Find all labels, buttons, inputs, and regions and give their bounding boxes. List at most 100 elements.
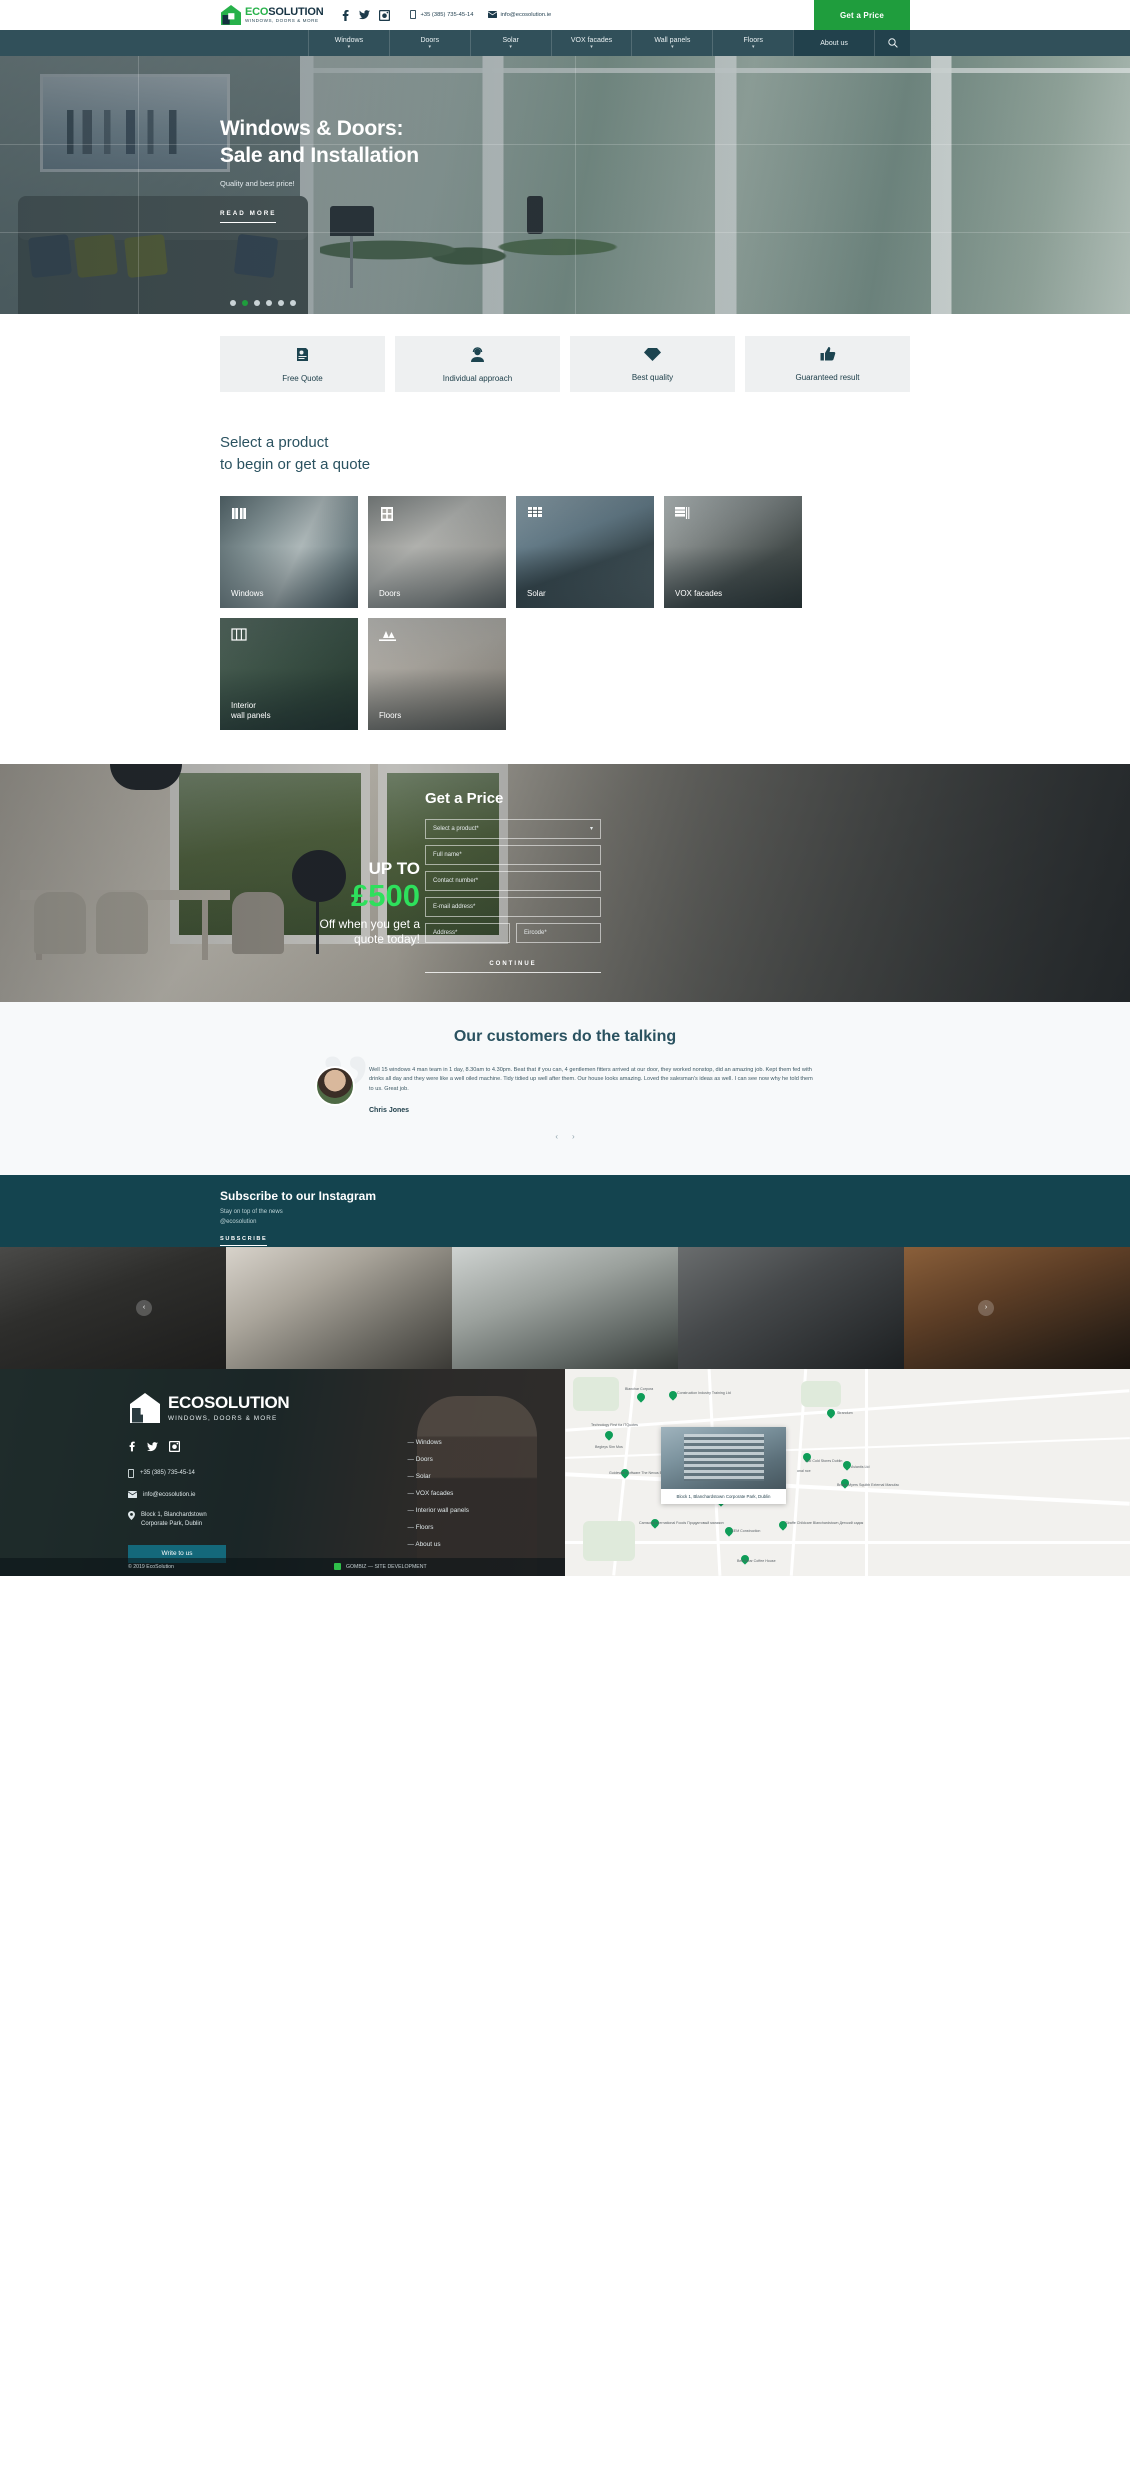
logo-solution-text: SOLUTION: [268, 5, 324, 18]
nav-item-windows[interactable]: Windows ▾: [308, 30, 389, 56]
email-address-input[interactable]: E-mail address*: [425, 896, 601, 917]
testimonial-prev-button[interactable]: ‹: [555, 1132, 558, 1141]
map-park-area: [573, 1376, 619, 1411]
floor-icon: [379, 628, 396, 647]
footer-address[interactable]: Block 1, Blanchardstown Corporate Park, …: [128, 1510, 565, 1529]
email-contact[interactable]: info@ecosolution.ie: [487, 10, 552, 20]
map-pin[interactable]: [841, 1459, 853, 1472]
footer-logo[interactable]: ECOSOLUTION WINDOWS, DOORS & MORE: [128, 1391, 565, 1425]
twitter-icon[interactable]: [147, 1439, 158, 1457]
footer-menu-item-doors[interactable]: — Doors: [408, 1456, 469, 1463]
footer-map[interactable]: Blanchar Corpora Construction Industry T…: [565, 1368, 1130, 1576]
chevron-down-icon: ▾: [590, 44, 593, 50]
headset-support-icon: [469, 346, 486, 368]
phone-number: +35 (385) 735-45-14: [420, 12, 474, 18]
contact-number-input[interactable]: Contact number*: [425, 870, 601, 891]
slider-dot-active[interactable]: [242, 300, 248, 306]
slider-dot[interactable]: [254, 300, 260, 306]
mail-icon: [127, 1490, 138, 1502]
eircode-input[interactable]: Eircode*: [516, 922, 601, 943]
hero-subtitle: Quality and best price!: [220, 178, 295, 188]
gallery-next-button[interactable]: ›: [978, 1299, 994, 1316]
main-navigation: Windows ▾ Doors ▾ Solar ▾ VOX facades ▾ …: [0, 30, 1130, 56]
slider-dot[interactable]: [278, 300, 284, 306]
footer-email[interactable]: info@ecosolution.ie: [127, 1490, 565, 1502]
hero-slider-dots: [220, 300, 910, 306]
footer-menu-item-interior-wall-panels[interactable]: — Interior wall panels: [408, 1507, 469, 1514]
map-pin[interactable]: [635, 1391, 647, 1404]
footer-menu-item-windows[interactable]: — Windows: [408, 1439, 469, 1446]
map-label: Construction Industry Training Ltd: [677, 1390, 731, 1395]
map-pin[interactable]: [603, 1429, 615, 1442]
testimonial-text: Well 15 windows 4 man team in 1 day, 8.3…: [369, 1066, 813, 1093]
footer-menu-item-solar[interactable]: — Solar: [408, 1473, 469, 1480]
instagram-icon[interactable]: [168, 1439, 181, 1457]
feature-card-free-quote[interactable]: Free Quote: [220, 336, 385, 392]
nav-item-solar[interactable]: Solar ▾: [469, 30, 551, 56]
product-card-vox-facades[interactable]: VOX facades: [664, 495, 802, 608]
product-card-floors[interactable]: Floors: [368, 617, 506, 730]
map-location-card[interactable]: Block 1, Blanchardstown Corporate Park, …: [661, 1426, 786, 1504]
nav-item-doors[interactable]: Doors ▾: [388, 30, 470, 56]
product-card-doors[interactable]: Doors: [368, 495, 506, 608]
document-quote-icon: [294, 346, 311, 368]
product-card-solar[interactable]: Solar: [516, 495, 654, 608]
nav-label: Floors: [743, 37, 763, 44]
gallery-prev-button[interactable]: ‹: [136, 1299, 152, 1316]
footer-phone[interactable]: +35 (385) 735-45-14: [127, 1468, 565, 1482]
full-name-input[interactable]: Full name*: [425, 844, 601, 865]
facebook-icon[interactable]: [128, 1439, 136, 1457]
nav-search-button[interactable]: [874, 30, 911, 56]
nav-item-wall-panels[interactable]: Wall panels ▾: [631, 30, 712, 56]
field-placeholder: Select a product*: [433, 825, 479, 832]
site-logo[interactable]: ECOSOLUTION WINDOWS, DOORS & MORE: [220, 4, 324, 26]
map-label: Camsong International Foods Продуктовый …: [639, 1520, 724, 1525]
footer-menu-item-vox-facades[interactable]: — VOX facades: [408, 1490, 469, 1497]
feature-card-guaranteed-result[interactable]: Guaranteed result: [745, 336, 910, 392]
footer-info-panel: ECOSOLUTION WINDOWS, DOORS & MORE +35 (3…: [0, 1368, 565, 1576]
map-label: Giraffe Childcare Blanchardstown Детский…: [785, 1520, 864, 1525]
gallery-image[interactable]: [452, 1246, 678, 1369]
gallery-image[interactable]: [226, 1246, 452, 1369]
product-label: Doors: [379, 588, 401, 598]
continue-button[interactable]: CONTINUE: [425, 957, 601, 973]
footer-menu-item-floors[interactable]: — Floors: [408, 1524, 469, 1531]
footer-address-text: Block 1, Blanchardstown Corporate Park, …: [141, 1511, 207, 1527]
map-label: onal nce: [797, 1468, 811, 1473]
map-label: CGI Cold Stores Dublin: [805, 1458, 843, 1463]
slider-dot[interactable]: [290, 300, 296, 306]
gallery-image[interactable]: [0, 1246, 226, 1369]
get-a-price-button[interactable]: Get a Price: [813, 0, 910, 30]
product-card-interior-wall-panels[interactable]: Interior wall panels: [220, 617, 358, 730]
instagram-icon[interactable]: [379, 9, 391, 21]
promo-quote-section: UP TO £500 Off when you get a quote toda…: [0, 763, 1130, 1002]
footer-menu-item-about-us[interactable]: — About us: [408, 1541, 469, 1548]
nav-item-vox-facades[interactable]: VOX facades ▾: [550, 30, 632, 56]
promo-offer-text: UP TO £500 Off when you get a quote toda…: [319, 860, 420, 947]
subscribe-button[interactable]: SUBSCRIBE: [220, 1236, 268, 1247]
select-product-dropdown[interactable]: Select a product*: [425, 818, 601, 839]
testimonials-section: ” Our customers do the talking Well 15 w…: [0, 1001, 1130, 1175]
map-pin[interactable]: [667, 1389, 679, 1402]
nav-item-floors[interactable]: Floors ▾: [712, 30, 793, 56]
testimonial-next-button[interactable]: ›: [572, 1132, 575, 1141]
feature-card-best-quality[interactable]: Best quality: [570, 336, 735, 392]
map-pin[interactable]: [825, 1407, 837, 1420]
address-input[interactable]: Address*: [425, 922, 510, 943]
nav-label: Doors: [420, 37, 440, 44]
twitter-icon[interactable]: [359, 10, 371, 20]
email-address: info@ecosolution.ie: [500, 12, 552, 18]
developer-credit[interactable]: GOMBIZ — SITE DEVELOPMENT: [333, 1563, 427, 1571]
nav-item-about-us[interactable]: About us: [793, 30, 875, 56]
feature-card-individual-approach[interactable]: Individual approach: [395, 336, 560, 392]
product-label: Windows: [231, 588, 264, 598]
slider-dot[interactable]: [230, 300, 236, 306]
gallery-image[interactable]: [678, 1246, 904, 1369]
product-card-windows[interactable]: Windows: [220, 495, 358, 608]
product-label: Solar: [527, 588, 546, 598]
hero-read-more-button[interactable]: READ MORE: [220, 210, 277, 223]
phone-contact[interactable]: +35 (385) 735-45-14: [410, 9, 474, 21]
slider-dot[interactable]: [266, 300, 272, 306]
facebook-icon[interactable]: [341, 9, 350, 21]
gallery-image[interactable]: [904, 1246, 1130, 1369]
